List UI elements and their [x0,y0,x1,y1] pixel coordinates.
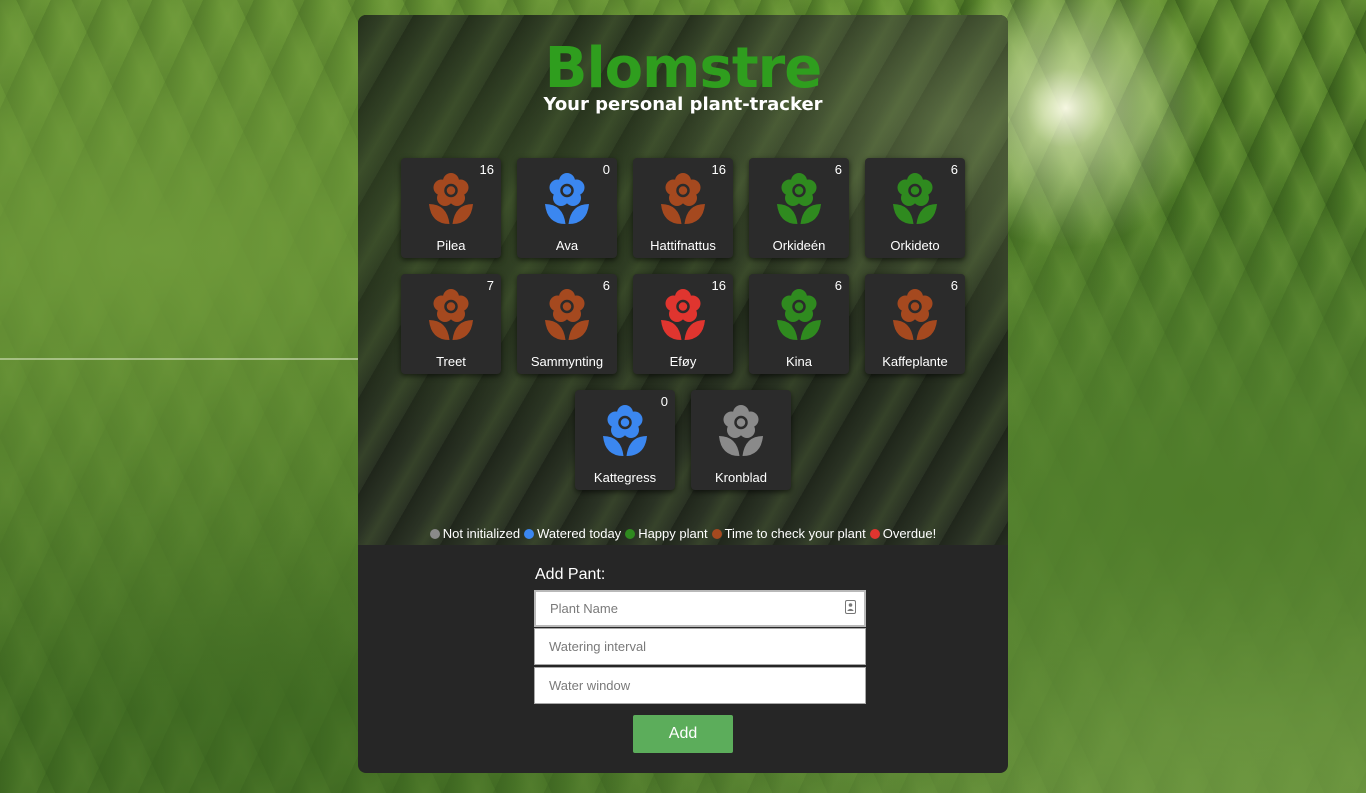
plant-card[interactable]: 16 Eføy [633,274,733,374]
add-button[interactable]: Add [633,715,733,753]
water-window-input[interactable] [534,667,866,704]
plant-name: Hattifnattus [650,238,716,253]
plant-card[interactable]: 0 Ava [517,158,617,258]
plant-count: 6 [834,162,842,177]
plant-count: 0 [660,394,668,409]
plant-card[interactable]: 6 Orkideén [749,158,849,258]
plant-count: 6 [602,278,610,293]
legend-item: Watered today [524,526,621,541]
add-plant-label: Add Pant: [535,566,606,583]
flower-icon [777,289,821,340]
plant-count: 6 [950,278,958,293]
plant-name: Orkideto [890,238,940,253]
legend-label: Watered today [537,526,622,541]
plant-count: 6 [834,278,842,293]
plant-name: Sammynting [530,354,604,369]
plant-name: Treet [436,354,466,369]
flower-icon [429,289,473,340]
plant-count: 6 [950,162,958,177]
app-subtitle: Your personal plant-tracker [543,94,823,115]
plant-name: Kaffeplante [882,354,948,369]
plant-count: 16 [711,278,726,293]
status-dot-icon [625,529,636,539]
app-panel: Blomstre Your personal plant-tracker 16 P… [358,15,1008,773]
background-tile-seam [0,358,358,360]
flower-icon [545,173,589,224]
legend-label: Not initialized [442,526,521,541]
plant-card[interactable]: 6 Orkideto [865,158,965,258]
plant-grid: 16 Pilea 0 Ava 16 Hattifnattus 6 Orkideén 6 Orkid… [401,158,965,490]
contact-card-icon[interactable] [845,600,856,614]
legend-item: Happy plant [625,526,708,541]
flower-icon [545,289,589,340]
plant-card[interactable]: 6 Kina [749,274,849,374]
plant-count: 16 [479,162,494,177]
flower-icon [719,405,763,456]
plant-name: Kronblad [714,470,768,485]
plant-count: 7 [486,278,494,293]
legend-label: Time to check your plant [724,526,866,541]
flower-icon [661,289,705,340]
status-dot-icon [524,529,535,539]
plant-count: 16 [711,162,726,177]
flower-icon [661,173,705,224]
legend-label: Overdue! [882,526,937,541]
plant-card[interactable]: Kronblad [691,390,791,490]
status-legend: Not initialized Watered today Happy plant T… [358,526,1008,541]
plant-name: Eføy [669,354,697,369]
app-title: Blomstre [544,36,822,101]
legend-item: Overdue! [869,526,937,541]
plant-card[interactable]: 16 Hattifnattus [633,158,733,258]
plant-name: Pilea [436,238,466,253]
flower-icon [893,289,937,340]
flower-icon [603,405,647,456]
plant-name: Ava [555,238,579,253]
flower-icon [893,173,937,224]
plant-card[interactable]: 7 Treet [401,274,501,374]
status-dot-icon [429,529,440,539]
plant-card[interactable]: 16 Pilea [401,158,501,258]
legend-item: Not initialized [429,526,521,541]
plant-name: Orkideén [772,238,826,253]
flower-icon [429,173,473,224]
plant-card[interactable]: 0 Kattegress [575,390,675,490]
status-dot-icon [711,529,722,539]
plant-card[interactable]: 6 Kaffeplante [865,274,965,374]
watering-interval-input[interactable] [534,628,866,665]
status-dot-icon [869,529,880,539]
legend-label: Happy plant [638,526,708,541]
legend-item: Time to check your plant [711,526,866,541]
plant-name-input[interactable] [534,590,866,627]
plant-count: 0 [602,162,610,177]
plant-card[interactable]: 6 Sammynting [517,274,617,374]
plant-name: Kattegress [593,470,657,485]
plant-name: Kina [785,354,813,369]
flower-icon [777,173,821,224]
